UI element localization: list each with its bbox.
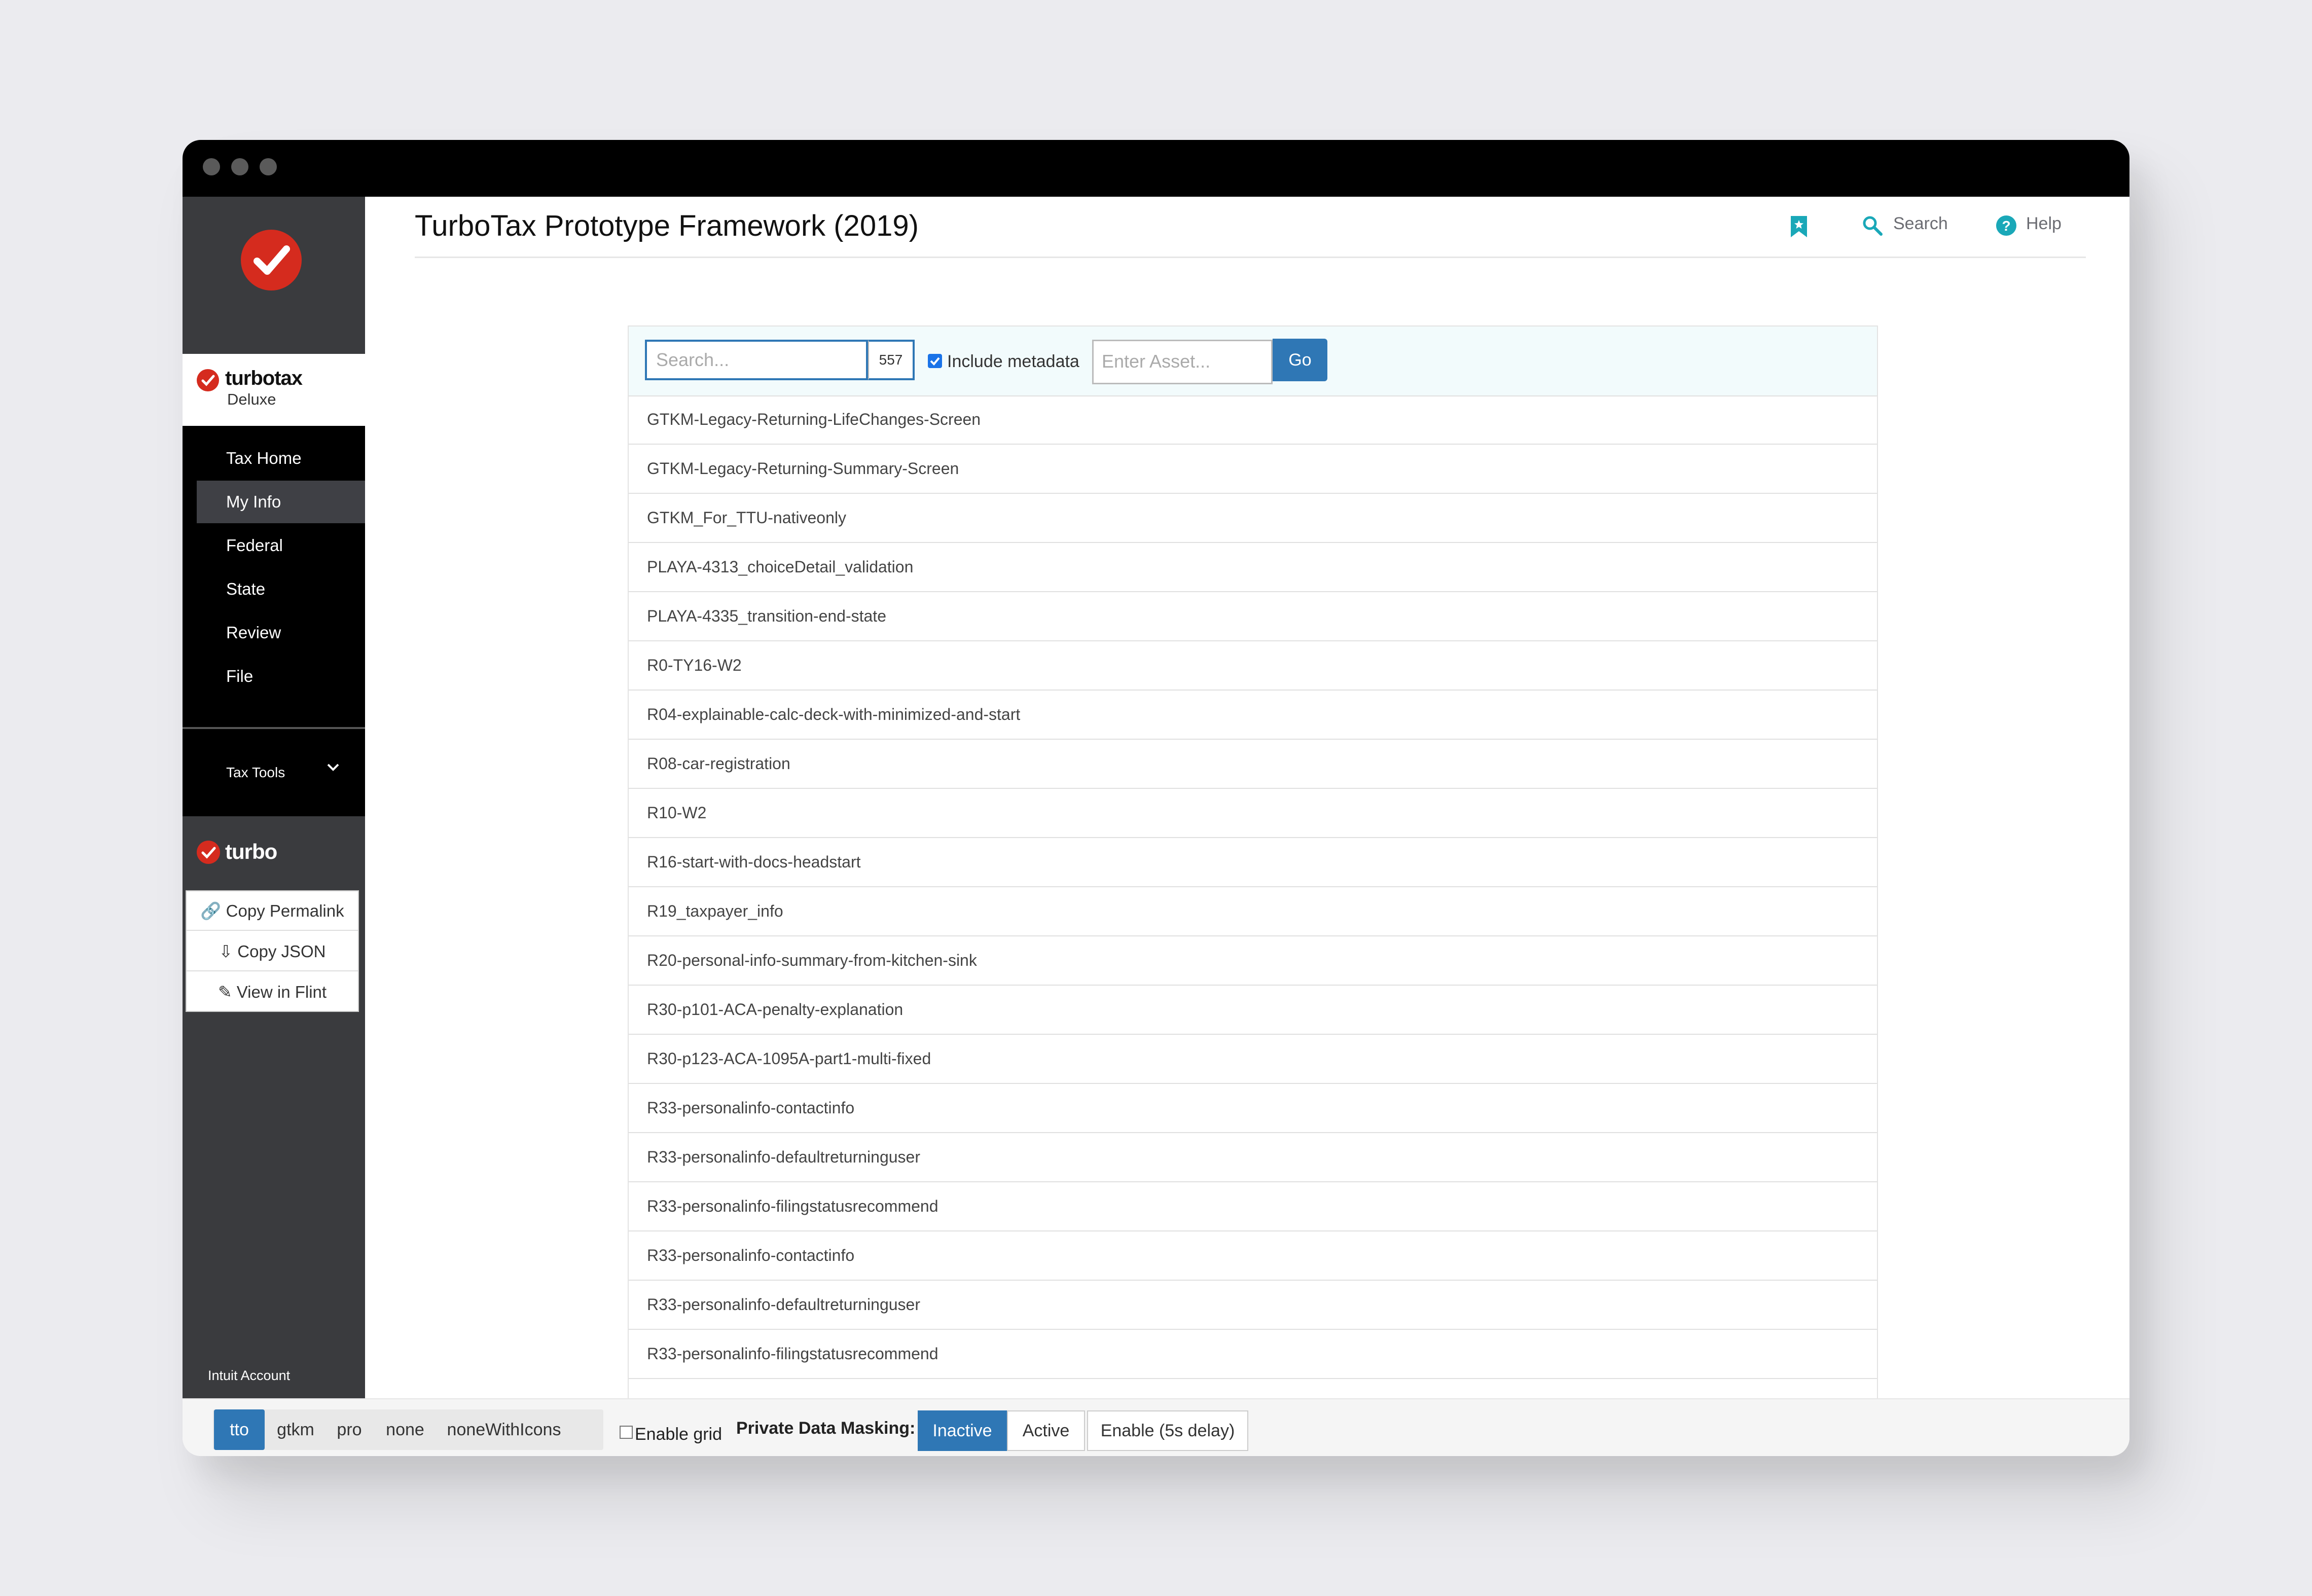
env-button-gtkm[interactable]: gtkm [269, 1409, 322, 1450]
window-close-dot[interactable] [203, 158, 220, 175]
help-icon[interactable]: ? [1996, 215, 2017, 242]
result-row[interactable]: R33-personalinfo-contactinfo [629, 1231, 1877, 1281]
sidebar-item-federal[interactable]: Federal [197, 524, 365, 567]
private-data-masking-label: Private Data Masking: [736, 1419, 916, 1438]
page-title: TurboTax Prototype Framework (2019) [415, 209, 919, 242]
env-button-tto[interactable]: tto [214, 1409, 265, 1450]
header-divider [415, 257, 2086, 258]
sidebar: turbotax Deluxe Tax Home My Info Federal… [183, 197, 365, 1398]
result-row[interactable]: PLAYA-4335_transition-end-state [629, 592, 1877, 641]
sidebar-item-file[interactable]: File [197, 655, 365, 698]
result-row[interactable]: R33-personalinfo-defaultreturninguser [629, 1133, 1877, 1182]
search-input[interactable]: Search... [645, 340, 868, 380]
enable-grid-checkbox[interactable] [620, 1426, 633, 1439]
chevron-down-icon [324, 758, 342, 781]
brand-edition: Deluxe [227, 390, 276, 408]
footer-toolbar: tto gtkm pro none noneWithIcons Enable g… [183, 1398, 2129, 1456]
result-count: 557 [868, 340, 915, 380]
sidebar-nav: Tax Home My Info Federal State Review Fi… [183, 426, 365, 727]
result-row[interactable]: GTKM_For_TTU-nativeonly [629, 494, 1877, 543]
copy-permalink-button[interactable]: 🔗 Copy Permalink [187, 891, 358, 931]
include-metadata-label: Include metadata [947, 352, 1079, 371]
result-row[interactable]: R33-personalinfo-contactinfo [629, 1084, 1877, 1133]
result-row[interactable]: GTKM-Legacy-Returning-Summary-Screen [629, 445, 1877, 494]
intuit-account-link[interactable]: Intuit Account [208, 1368, 290, 1384]
result-row[interactable]: R0-TY16-W2 [629, 641, 1877, 691]
asset-input[interactable]: Enter Asset... [1092, 340, 1273, 384]
result-row[interactable]: R19_taxpayer_info [629, 887, 1877, 936]
view-in-flint-button[interactable]: ✎ View in Flint [187, 972, 358, 1012]
result-row[interactable]: R30-p123-ACA-1095A-part1-multi-fixed [629, 1035, 1877, 1084]
search-icon[interactable] [1862, 215, 1883, 242]
window-minimize-dot[interactable] [231, 158, 248, 175]
app-window: turbotax Deluxe Tax Home My Info Federal… [183, 140, 2129, 1456]
header-search-link[interactable]: Search [1893, 214, 1948, 234]
result-row[interactable]: R20-personal-info-summary-from-kitchen-s… [629, 936, 1877, 986]
pencil-icon: ✎ [218, 983, 232, 1001]
masking-inactive-button[interactable]: Inactive [918, 1410, 1007, 1451]
result-row[interactable]: R30-p101-ACA-penalty-explanation [629, 986, 1877, 1035]
turbo-tool-menu: 🔗 Copy Permalink ⇩ Copy JSON ✎ View in F… [186, 890, 359, 1012]
result-row[interactable]: R33-personalinfo-defaultreturninguser [629, 1281, 1877, 1330]
brand-check-icon [197, 369, 219, 391]
turbotax-check-logo-icon[interactable] [241, 230, 302, 291]
masking-active-button[interactable]: Active [1007, 1410, 1085, 1451]
view-in-flint-label: View in Flint [236, 983, 327, 1001]
title-bar [183, 140, 2129, 197]
link-icon: 🔗 [200, 901, 222, 920]
result-row[interactable]: R08-car-registration [629, 740, 1877, 789]
go-button[interactable]: Go [1273, 339, 1327, 381]
sidebar-item-my-info[interactable]: My Info [197, 481, 365, 523]
search-toolbar: Search... 557 Include metadata Enter Ass… [629, 327, 1877, 396]
result-row[interactable]: R33-personalinfo-filingstatusrecommend [629, 1182, 1877, 1231]
turbo-brand-label: turbo [225, 840, 277, 863]
window-maximize-dot[interactable] [260, 158, 277, 175]
results-panel: Search... 557 Include metadata Enter Ass… [628, 325, 1878, 1400]
copy-json-button[interactable]: ⇩ Copy JSON [187, 932, 358, 971]
sidebar-item-review[interactable]: Review [197, 611, 365, 654]
download-icon: ⇩ [219, 942, 233, 961]
result-row[interactable]: R10-W2 [629, 789, 1877, 838]
brand-name: turbotax [225, 367, 303, 389]
sidebar-item-state[interactable]: State [197, 568, 365, 610]
enable-grid-label: Enable grid [635, 1425, 722, 1444]
result-row[interactable]: R33-personalinfo-filingstatusrecommend [629, 1330, 1877, 1379]
result-row[interactable]: R16-start-with-docs-headstart [629, 838, 1877, 887]
include-metadata-checkbox[interactable] [928, 354, 942, 368]
svg-text:?: ? [2002, 218, 2010, 234]
env-button-nonewithicons[interactable]: noneWithIcons [438, 1409, 570, 1450]
tax-tools-toggle[interactable]: Tax Tools [183, 729, 365, 816]
copy-permalink-label: Copy Permalink [226, 901, 344, 920]
result-row[interactable]: R04-explainable-calc-deck-with-minimized… [629, 691, 1877, 740]
result-row[interactable]: PLAYA-4313_choiceDetail_validation [629, 543, 1877, 592]
bookmark-icon[interactable] [1790, 215, 1808, 244]
env-button-pro[interactable]: pro [327, 1409, 372, 1450]
masking-enable-delay-button[interactable]: Enable (5s delay) [1087, 1410, 1248, 1451]
turbo-check-icon [197, 841, 220, 864]
sidebar-item-tax-home[interactable]: Tax Home [197, 437, 365, 480]
result-row[interactable]: GTKM-Legacy-Returning-LifeChanges-Screen [629, 395, 1877, 445]
sidebar-logo-area [183, 197, 365, 354]
header-help-link[interactable]: Help [2026, 214, 2062, 234]
copy-json-label: Copy JSON [237, 942, 326, 961]
env-button-none[interactable]: none [377, 1409, 433, 1450]
tax-tools-label: Tax Tools [226, 765, 285, 780]
